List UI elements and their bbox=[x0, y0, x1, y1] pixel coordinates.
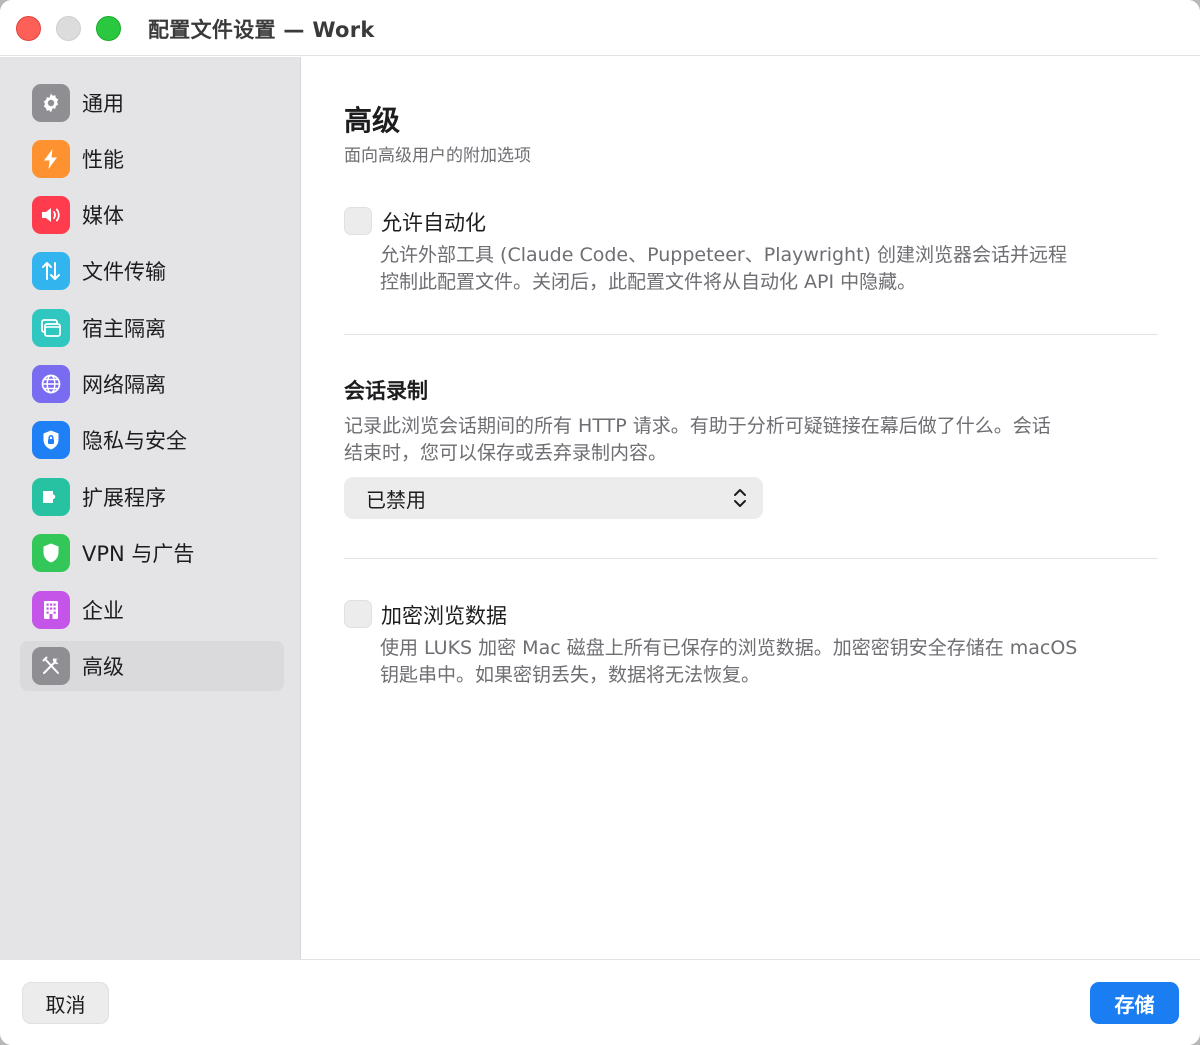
sidebar-item-label: 文件传输 bbox=[82, 260, 166, 284]
tools-icon bbox=[32, 647, 70, 685]
sidebar-item-performance[interactable]: 性能 bbox=[20, 134, 284, 184]
encrypt-data-checkbox[interactable] bbox=[344, 600, 372, 628]
session-recording-description-line-1: 记录此浏览会话期间的所有 HTTP 请求。有助于分析可疑链接在幕后做了什么。会话 bbox=[344, 415, 1051, 437]
sidebar-item-label: 扩展程序 bbox=[82, 486, 166, 510]
sidebar-item-network-isolation[interactable]: 网络隔离 bbox=[20, 359, 284, 409]
sidebar-item-label: 性能 bbox=[82, 148, 124, 172]
sidebar-item-host-isolation[interactable]: 宿主隔离 bbox=[20, 303, 284, 353]
up-down-chevron-icon bbox=[734, 489, 746, 507]
allow-automation-checkbox[interactable] bbox=[344, 207, 372, 235]
transfer-arrows-icon bbox=[32, 252, 70, 290]
allow-automation-description-line-1: 允许外部工具 (Claude Code、Puppeteer、Playwright… bbox=[380, 244, 1067, 266]
title-bar: 配置文件设置 — Work bbox=[0, 0, 1200, 56]
speaker-icon bbox=[32, 196, 70, 234]
sidebar-item-label: 企业 bbox=[82, 599, 124, 623]
page-title: 高级 bbox=[344, 104, 401, 137]
shield-icon bbox=[32, 534, 70, 572]
lock-shield-icon bbox=[32, 421, 70, 459]
encrypt-data-description-line-1: 使用 LUKS 加密 Mac 磁盘上所有已保存的浏览数据。加密密钥安全存储在 m… bbox=[380, 637, 1078, 659]
window-title: 配置文件设置 — Work bbox=[148, 18, 375, 42]
cancel-button[interactable]: 取消 bbox=[22, 982, 109, 1024]
sidebar-item-file-transfer[interactable]: 文件传输 bbox=[20, 246, 284, 296]
sidebar-item-privacy-security[interactable]: 隐私与安全 bbox=[20, 415, 284, 465]
encrypt-data-label: 加密浏览数据 bbox=[381, 604, 507, 628]
sidebar-item-label: 网络隔离 bbox=[82, 373, 166, 397]
session-recording-description-line-2: 结束时，您可以保存或丢弃录制内容。 bbox=[344, 442, 668, 464]
puzzle-icon bbox=[32, 478, 70, 516]
sidebar-item-extensions[interactable]: 扩展程序 bbox=[20, 472, 284, 522]
sidebar-item-label: 高级 bbox=[82, 655, 124, 679]
building-icon bbox=[32, 591, 70, 629]
allow-automation-label: 允许自动化 bbox=[381, 211, 486, 235]
sidebar-item-label: VPN 与广告 bbox=[82, 542, 195, 566]
sidebar-item-label: 宿主隔离 bbox=[82, 317, 166, 341]
page-subtitle: 面向高级用户的附加选项 bbox=[344, 146, 531, 166]
session-recording-select-value: 已禁用 bbox=[366, 487, 426, 512]
session-recording-title: 会话录制 bbox=[344, 379, 428, 403]
sidebar-item-enterprise[interactable]: 企业 bbox=[20, 585, 284, 635]
window-stack-icon bbox=[32, 309, 70, 347]
sidebar-item-general[interactable]: 通用 bbox=[20, 78, 284, 128]
sidebar-item-media[interactable]: 媒体 bbox=[20, 190, 284, 240]
save-button[interactable]: 存储 bbox=[1090, 982, 1179, 1024]
footer-bar: 取消 存储 bbox=[0, 959, 1200, 1045]
main-panel: 高级 面向高级用户的附加选项 允许自动化 允许外部工具 (Claude Code… bbox=[302, 57, 1200, 959]
bolt-icon bbox=[32, 140, 70, 178]
globe-icon bbox=[32, 365, 70, 403]
settings-window: 配置文件设置 — Work 通用 性能 媒体 文件传输 宿主隔离 网络隔离 隐私… bbox=[0, 0, 1200, 1045]
sidebar-item-vpn-ads[interactable]: VPN 与广告 bbox=[20, 528, 284, 578]
minimize-window-button[interactable] bbox=[56, 16, 81, 41]
divider bbox=[344, 558, 1158, 559]
gear-icon bbox=[32, 84, 70, 122]
sidebar-item-advanced[interactable]: 高级 bbox=[20, 641, 284, 691]
session-recording-select[interactable]: 已禁用 bbox=[344, 477, 763, 519]
sidebar-item-label: 通用 bbox=[82, 92, 124, 116]
close-window-button[interactable] bbox=[16, 16, 41, 41]
sidebar-item-label: 隐私与安全 bbox=[82, 429, 187, 453]
zoom-window-button[interactable] bbox=[96, 16, 121, 41]
sidebar: 通用 性能 媒体 文件传输 宿主隔离 网络隔离 隐私与安全 扩展程序 VPN 与… bbox=[0, 57, 301, 959]
encrypt-data-description-line-2: 钥匙串中。如果密钥丢失，数据将无法恢复。 bbox=[380, 664, 761, 686]
divider bbox=[344, 334, 1158, 335]
allow-automation-description-line-2: 控制此配置文件。关闭后，此配置文件将从自动化 API 中隐藏。 bbox=[380, 271, 917, 293]
sidebar-item-label: 媒体 bbox=[82, 204, 124, 228]
